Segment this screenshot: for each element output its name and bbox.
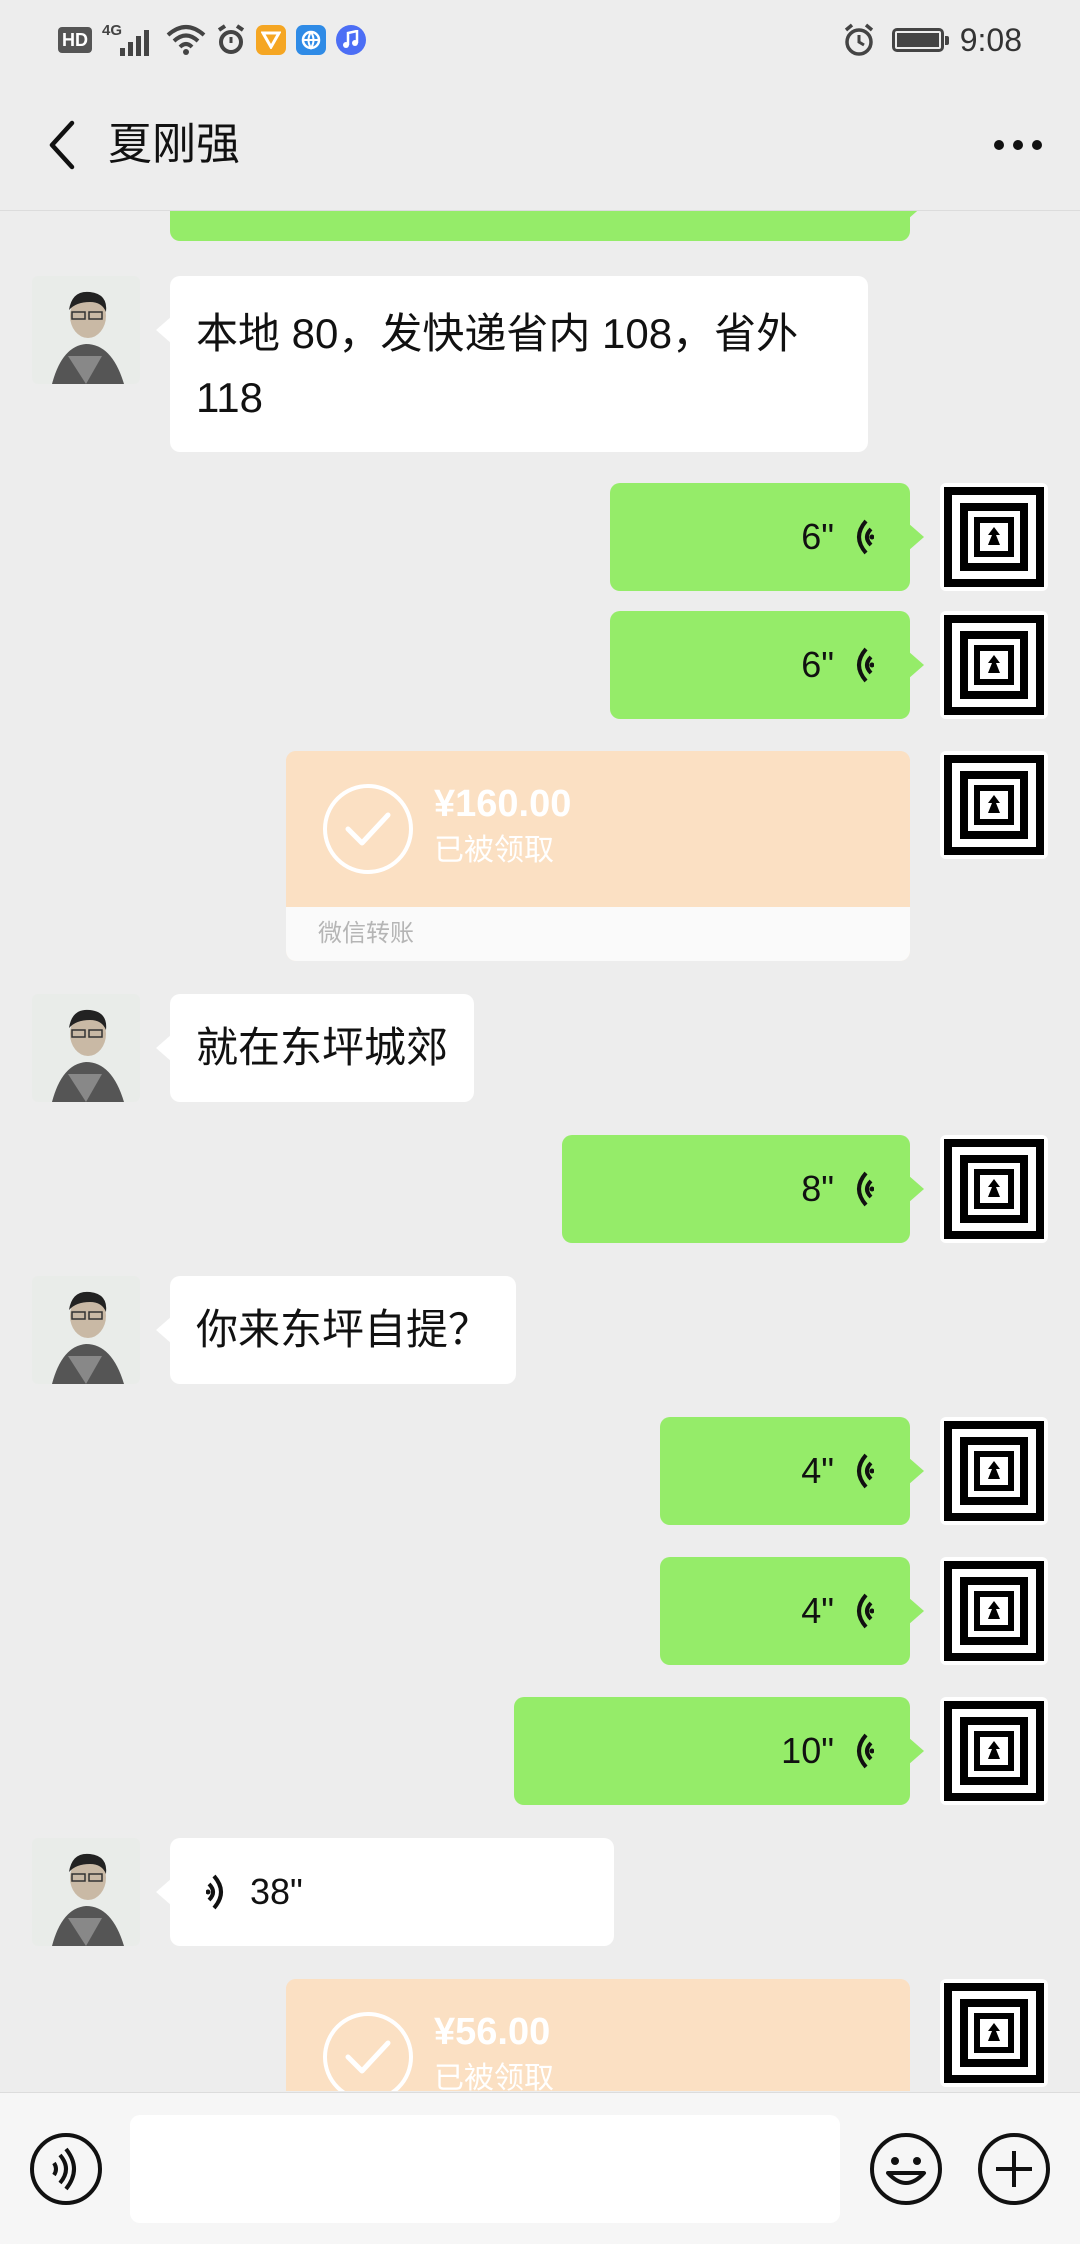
transfer-card[interactable]: ¥56.00 已被领取 <box>286 1979 910 2091</box>
transfer-status: 已被领取 <box>434 834 554 867</box>
voice-message-bubble[interactable]: 4" <box>660 1417 924 1525</box>
battery-icon <box>891 28 949 52</box>
voice-message-bubble[interactable]: 8" <box>562 1135 924 1243</box>
voice-wave-icon <box>857 647 874 683</box>
voice-wave-icon <box>857 1593 874 1629</box>
voice-duration: 4" <box>801 1590 834 1631</box>
voice-wave-icon <box>857 1171 874 1207</box>
message-row-incoming: 38" <box>0 1838 1080 1958</box>
more-dots-icon <box>994 140 1042 150</box>
message-text: 就在东坪城郊 <box>196 1024 449 1071</box>
message-row-outgoing: ¥160.00 已被领取 微信转账 <box>0 751 1080 971</box>
voice-message-bubble[interactable]: 10" <box>514 1697 924 1805</box>
check-circle-icon <box>323 2012 413 2091</box>
status-bar-left: HD 4G <box>58 18 366 62</box>
network-type-label: 4G <box>102 22 123 39</box>
message-text-line-1: 本地 80，发快递省内 108，省外 <box>196 310 799 357</box>
message-row-outgoing: 4" <box>0 1557 1080 1677</box>
emoji-icon[interactable] <box>868 2131 944 2207</box>
self-avatar[interactable] <box>940 611 1048 719</box>
orange-app-icon <box>256 25 286 55</box>
transfer-amount: ¥160.00 <box>434 783 572 825</box>
chat-screen: HD 4G 9:08 夏刚强 本地 80，发快递省内 108，省外 118 6"… <box>0 0 1080 2244</box>
chat-header: 夏刚强 <box>0 80 1080 211</box>
message-input[interactable] <box>130 2115 840 2223</box>
voice-duration: 8" <box>801 1168 834 1209</box>
browser-app-icon <box>296 25 326 55</box>
voice-duration: 6" <box>801 644 834 685</box>
contact-avatar[interactable] <box>32 276 140 384</box>
voice-duration: 10" <box>781 1730 834 1771</box>
self-avatar[interactable] <box>940 1417 1048 1525</box>
status-bar-right: 9:08 <box>842 18 1022 62</box>
message-row-outgoing: 10" <box>0 1697 1080 1817</box>
cellular-signal-icon: 4G <box>102 22 156 58</box>
message-bubble-text-incoming[interactable]: 你来东坪自提？ <box>155 1276 517 1384</box>
self-avatar[interactable] <box>940 1697 1048 1805</box>
voice-duration: 4" <box>801 1450 834 1491</box>
voice-duration: 6" <box>801 516 834 557</box>
transfer-card-body: ¥160.00 已被领取 <box>286 751 910 907</box>
transfer-card[interactable]: ¥160.00 已被领取 微信转账 <box>286 751 910 961</box>
self-avatar[interactable] <box>940 751 1048 859</box>
transfer-card-body: ¥56.00 已被领取 <box>286 1979 910 2091</box>
message-row-incoming: 你来东坪自提？ <box>0 1276 1080 1396</box>
check-circle-icon <box>323 784 413 874</box>
status-time: 9:08 <box>959 21 1022 58</box>
voice-message-bubble[interactable]: 6" <box>610 483 924 591</box>
message-bubble-text-incoming[interactable]: 本地 80，发快递省内 108，省外 118 <box>156 276 868 452</box>
music-app-icon <box>336 25 366 55</box>
back-button[interactable] <box>30 113 94 177</box>
voice-wave-icon <box>206 1874 223 1910</box>
transfer-status: 已被领取 <box>434 2062 554 2091</box>
voice-message-bubble[interactable]: 4" <box>660 1557 924 1665</box>
message-list[interactable]: 本地 80，发快递省内 108，省外 118 6" 6" ¥160.00 已被领… <box>0 211 1080 2091</box>
alarm-app-icon <box>217 24 245 54</box>
voice-wave-icon <box>857 1453 874 1489</box>
message-row-incoming: 就在东坪城郊 <box>0 994 1080 1114</box>
message-row-outgoing: ¥56.00 已被领取 <box>0 1979 1080 2091</box>
self-avatar[interactable] <box>940 1979 1048 2087</box>
contact-avatar[interactable] <box>32 994 140 1102</box>
voice-wave-icon <box>857 1733 874 1769</box>
message-text-line-2: 118 <box>196 374 263 421</box>
message-row-outgoing: 4" <box>0 1417 1080 1537</box>
message-text: 你来东坪自提？ <box>196 1306 491 1353</box>
plus-icon[interactable] <box>976 2131 1052 2207</box>
contact-avatar[interactable] <box>32 1838 140 1946</box>
voice-message-bubble-incoming[interactable]: 38" <box>156 1838 614 1946</box>
message-row-outgoing: 8" <box>0 1135 1080 1255</box>
voice-message-bubble[interactable]: 6" <box>610 611 924 719</box>
status-bar: HD 4G 9:08 <box>0 0 1080 80</box>
chevron-left-icon <box>49 120 75 170</box>
self-avatar[interactable] <box>940 1135 1048 1243</box>
message-bubble-partial[interactable] <box>170 211 924 241</box>
input-bar <box>0 2092 1080 2244</box>
more-options-button[interactable] <box>986 113 1050 177</box>
contact-name-title: 夏刚强 <box>108 120 240 169</box>
transfer-amount: ¥56.00 <box>434 2011 551 2053</box>
alarm-clock-icon <box>844 23 873 56</box>
voice-duration: 38" <box>250 1871 303 1912</box>
message-row-outgoing: 6" <box>0 611 1080 731</box>
self-avatar[interactable] <box>940 483 1048 591</box>
contact-avatar[interactable] <box>32 1276 140 1384</box>
self-avatar[interactable] <box>940 1557 1048 1665</box>
message-row-outgoing: 6" <box>0 471 1080 591</box>
message-row-incoming: 本地 80，发快递省内 108，省外 118 <box>0 264 1080 452</box>
message-bubble-text-incoming[interactable]: 就在东坪城郊 <box>155 994 475 1102</box>
hd-badge: HD <box>58 27 92 53</box>
transfer-label: 微信转账 <box>286 907 910 961</box>
wifi-icon <box>166 25 206 55</box>
voice-wave-icon <box>857 519 874 555</box>
voice-input-toggle-icon[interactable] <box>28 2131 104 2207</box>
